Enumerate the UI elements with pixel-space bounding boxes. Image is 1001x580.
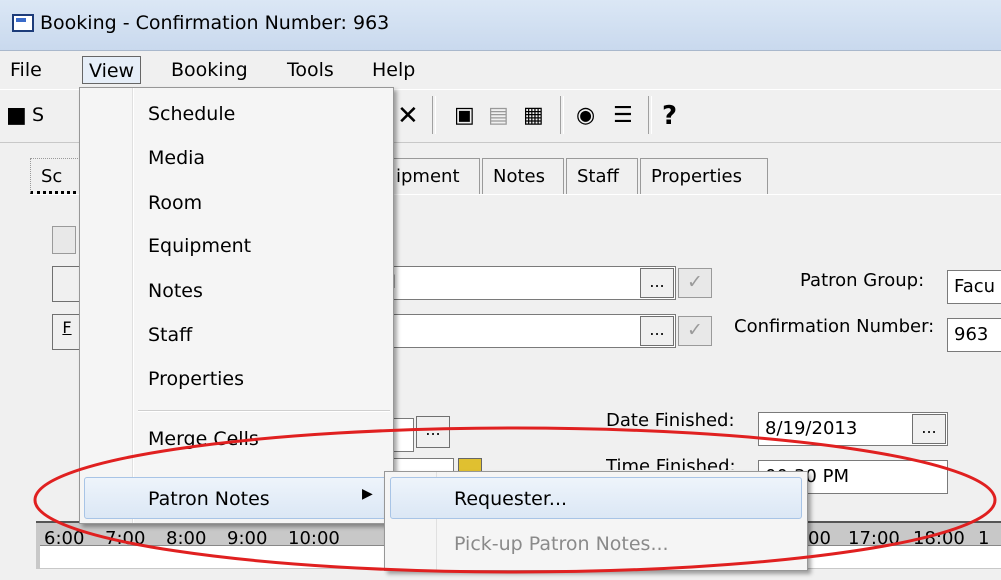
clipboard-icon[interactable]: ▦ <box>523 102 544 130</box>
checkbox[interactable] <box>52 226 76 254</box>
patron-group-label: Patron Group: <box>800 270 925 291</box>
menu-item-room[interactable]: Room <box>148 192 202 214</box>
app-window-icon <box>12 14 34 32</box>
menu-file[interactable]: File <box>4 56 48 84</box>
menu-item-schedule[interactable]: Schedule <box>148 103 235 125</box>
menu-item-properties[interactable]: Properties <box>148 368 244 390</box>
field-1-check-icon[interactable]: ✓ <box>678 268 712 298</box>
tab-properties[interactable]: Properties <box>640 158 768 194</box>
save-button-label[interactable]: S <box>32 104 44 126</box>
toolbar-separator <box>432 96 436 134</box>
menu-item-notes[interactable]: Notes <box>148 280 203 302</box>
toolbar-separator <box>560 96 564 134</box>
field-2-check-icon[interactable]: ✓ <box>678 316 712 346</box>
briefcase-icon[interactable]: ▤ <box>488 102 509 130</box>
menu-item-equipment[interactable]: Equipment <box>148 235 251 257</box>
confirmation-number-field: 963 <box>947 318 1001 352</box>
save-icon[interactable]: ■ <box>6 102 27 130</box>
left-button[interactable] <box>52 266 82 302</box>
tab-schedule[interactable]: Sc <box>30 158 82 194</box>
window-title: Booking - Confirmation Number: 963 <box>40 12 390 34</box>
delete-icon[interactable]: ✕ <box>397 102 419 130</box>
left-button-f[interactable]: F <box>52 314 82 350</box>
book-icon[interactable]: ▣ <box>454 102 475 130</box>
menu-bar <box>0 51 1001 89</box>
list-icon[interactable]: ☰ <box>613 102 633 130</box>
toolbar-separator <box>648 96 652 134</box>
menu-item-staff[interactable]: Staff <box>148 324 192 346</box>
confirmation-number-label: Confirmation Number: <box>734 316 935 337</box>
patron-group-field[interactable]: Facu <box>947 270 1001 304</box>
menu-tools[interactable]: Tools <box>281 56 340 84</box>
annotation-ellipse <box>33 426 997 574</box>
tab-equipment[interactable]: ipment <box>386 158 480 194</box>
menu-help[interactable]: Help <box>366 56 421 84</box>
field-1-browse-button[interactable]: ... <box>640 268 674 298</box>
field-2[interactable] <box>384 314 676 348</box>
field-2-browse-button[interactable]: ... <box>640 316 674 346</box>
field-1[interactable]: l <box>384 266 676 300</box>
help-icon[interactable]: ? <box>662 102 677 130</box>
menu-booking[interactable]: Booking <box>165 56 254 84</box>
tab-notes[interactable]: Notes <box>482 158 564 194</box>
tab-staff[interactable]: Staff <box>566 158 638 194</box>
menu-item-media[interactable]: Media <box>148 147 205 169</box>
menu-view[interactable]: View <box>82 56 142 84</box>
menu-separator <box>138 410 390 412</box>
binoculars-icon[interactable]: ◉ <box>576 102 595 130</box>
